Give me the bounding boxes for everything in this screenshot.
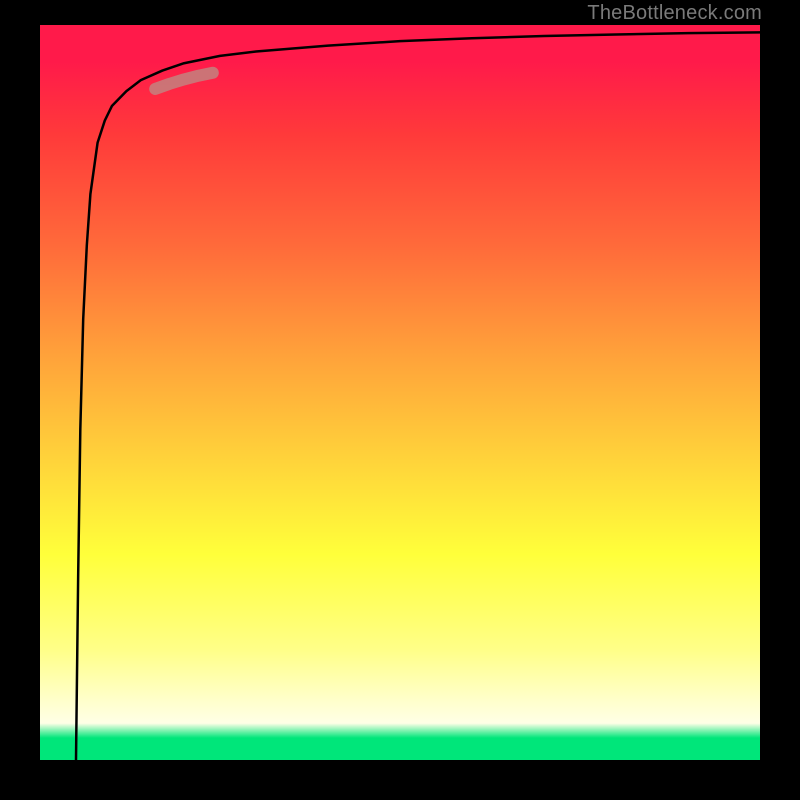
curve-layer [40,25,760,760]
highlight-segment [155,73,213,89]
main-curve-line [76,32,760,760]
chart-container: TheBottleneck.com [0,0,800,800]
watermark-text: TheBottleneck.com [587,2,762,25]
